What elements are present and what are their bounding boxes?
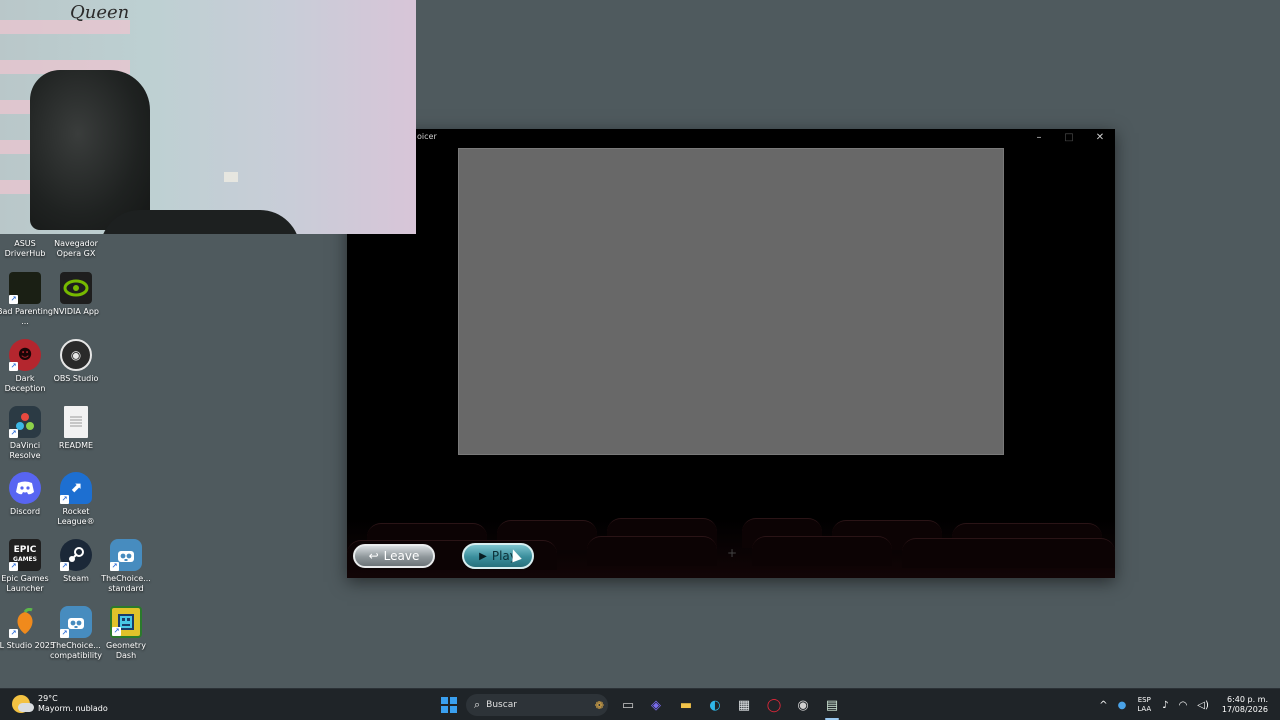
steam-tray-icon[interactable]: ● bbox=[1118, 700, 1127, 711]
desktop-icon-label: OBS Studio bbox=[53, 374, 99, 383]
wall-sign-text: Queen bbox=[70, 2, 130, 23]
desktop-icon-asus-driverhub[interactable]: ASUS DriverHub bbox=[0, 236, 50, 259]
desktop-icon-epic-games[interactable]: EPIC GAMES ↗ Epic Games Launcher bbox=[0, 539, 50, 594]
minimize-button[interactable]: – bbox=[1024, 129, 1054, 145]
godot-icon: ↗ bbox=[60, 606, 92, 638]
maximize-button[interactable]: □ bbox=[1054, 129, 1084, 145]
obs-icon: ◉ bbox=[60, 339, 92, 371]
search-placeholder: Buscar bbox=[486, 700, 517, 710]
document-icon bbox=[64, 406, 88, 438]
close-button[interactable]: ✕ bbox=[1085, 129, 1115, 145]
cinema-screen bbox=[458, 148, 1004, 455]
clock-time: 6:40 p. m. bbox=[1226, 695, 1268, 704]
davinci-icon: ↗ bbox=[9, 406, 41, 438]
weather-widget[interactable]: 29°C Mayorm. nublado bbox=[12, 694, 108, 714]
edge-icon[interactable]: ◐ bbox=[705, 695, 725, 715]
wifi-icon[interactable]: ◠ bbox=[1179, 700, 1188, 711]
search-box[interactable]: ⌕ Buscar ❁ bbox=[466, 694, 608, 716]
godot-icon: ↗ bbox=[110, 539, 142, 571]
volume-icon[interactable]: ◁) bbox=[1197, 700, 1209, 711]
cinema-seats: + bbox=[347, 518, 1115, 578]
desktop-icon-label: README bbox=[58, 441, 94, 450]
file-explorer-icon[interactable]: ▬ bbox=[676, 695, 696, 715]
play-button[interactable]: ▶ Play bbox=[462, 543, 534, 569]
desktop-icon-label: TheChoice... standard bbox=[101, 574, 151, 593]
fl-studio-icon: ↗ bbox=[9, 606, 41, 638]
task-view-icon[interactable]: ▭ bbox=[618, 695, 638, 715]
keyboard-layout: LAA bbox=[1137, 705, 1152, 713]
language-indicator[interactable]: ESP LAA bbox=[1137, 696, 1151, 714]
windows-logo-icon bbox=[440, 696, 458, 714]
backpack bbox=[30, 70, 150, 230]
clock-date: 17/08/2026 bbox=[1221, 705, 1268, 714]
chair bbox=[100, 210, 300, 234]
search-highlight-icon: ❁ bbox=[594, 698, 604, 712]
epic-games-icon: EPIC GAMES ↗ bbox=[9, 539, 41, 571]
window-title: oicer bbox=[417, 132, 437, 141]
desktop-icon-bad-parenting[interactable]: ↗ Bad Parenting ... bbox=[0, 272, 53, 327]
desktop-icon-readme[interactable]: README bbox=[51, 406, 101, 451]
desktop-icon-nvidia-app[interactable]: NVIDIA App bbox=[51, 272, 101, 317]
microsoft-store-icon[interactable]: ▦ bbox=[734, 695, 754, 715]
game-taskbar-icon[interactable]: ▤ bbox=[822, 695, 842, 715]
clock[interactable]: 6:40 p. m. 17/08/2026 bbox=[1222, 695, 1268, 715]
weather-description: Mayorm. nublado bbox=[38, 704, 108, 713]
play-icon: ▶ bbox=[479, 550, 487, 562]
desktop-icon-davinci-resolve[interactable]: ↗ DaVinci Resolve bbox=[0, 406, 50, 461]
webcam-overlay: Queen bbox=[0, 0, 416, 234]
geometry-dash-icon: ↗ bbox=[110, 606, 142, 638]
desktop-icon-geometry-dash[interactable]: ↗ Geometry Dash bbox=[101, 606, 151, 661]
desktop-icon-label: Rocket League® bbox=[57, 507, 95, 526]
desktop-icon-label: Navegador Opera GX bbox=[54, 239, 98, 258]
weather-cloudy-icon bbox=[12, 695, 34, 713]
discord-icon bbox=[9, 472, 41, 504]
start-button[interactable] bbox=[439, 695, 459, 715]
copilot-icon[interactable]: ◈ bbox=[646, 695, 666, 715]
desktop-icon-label: NVIDIA App bbox=[53, 307, 99, 316]
wall-outlet bbox=[224, 172, 238, 182]
desktop-icon-obs-studio[interactable]: ◉ OBS Studio bbox=[51, 339, 101, 384]
desktop-icon-discord[interactable]: Discord bbox=[0, 472, 50, 517]
opera-gx-icon[interactable]: ◯ bbox=[764, 695, 784, 715]
microphone-icon[interactable]: ♪ bbox=[1162, 700, 1168, 711]
desktop-icon-steam[interactable]: ↗ Steam bbox=[51, 539, 101, 584]
desktop-icon-dark-deception[interactable]: ☻ ↗ Dark Deception bbox=[0, 339, 50, 394]
leave-button[interactable]: ↩ Leave bbox=[353, 544, 435, 568]
desktop-icon-thechoice-standard[interactable]: ↗ TheChoice... standard bbox=[101, 539, 151, 594]
language-code: ESP bbox=[1137, 696, 1151, 704]
desktop-icon-thechoice-compatibility[interactable]: ↗ TheChoice... compatibility bbox=[50, 606, 102, 661]
desktop-icon-opera-gx[interactable]: Navegador Opera GX bbox=[51, 236, 101, 259]
window-titlebar[interactable]: oicer – □ ✕ bbox=[347, 129, 1115, 145]
tray-overflow-chevron-icon[interactable]: ^ bbox=[1099, 700, 1107, 711]
desktop-icon-fl-studio[interactable]: ↗ FL Studio 2025 bbox=[0, 606, 55, 651]
nvidia-icon bbox=[60, 272, 92, 304]
obs-taskbar-icon[interactable]: ◉ bbox=[793, 695, 813, 715]
desktop-icon-label: Geometry Dash bbox=[106, 641, 146, 660]
bad-parenting-icon: ↗ bbox=[9, 272, 41, 304]
desktop-icon-rocket-league[interactable]: ⬈ ↗ Rocket League® bbox=[51, 472, 101, 527]
taskbar: 29°C Mayorm. nublado ⌕ Buscar ❁ ▭ ◈ ▬ ◐ … bbox=[0, 688, 1280, 720]
weather-temperature: 29°C bbox=[38, 694, 58, 703]
dark-deception-icon: ☻ ↗ bbox=[9, 339, 41, 371]
aisle-marker: + bbox=[727, 546, 738, 560]
return-arrow-icon: ↩ bbox=[368, 549, 379, 563]
rocket-league-icon: ⬈ ↗ bbox=[60, 472, 92, 504]
game-window: oicer – □ ✕ + ↩ Leave ▶ Play bbox=[347, 129, 1115, 578]
leave-button-label: Leave bbox=[383, 549, 420, 563]
steam-icon: ↗ bbox=[60, 539, 92, 571]
search-icon: ⌕ bbox=[474, 698, 481, 711]
system-tray: ^ ● ESP LAA ♪ ◠ ◁) 6:40 p. m. 17/08/2026 bbox=[1094, 689, 1280, 720]
